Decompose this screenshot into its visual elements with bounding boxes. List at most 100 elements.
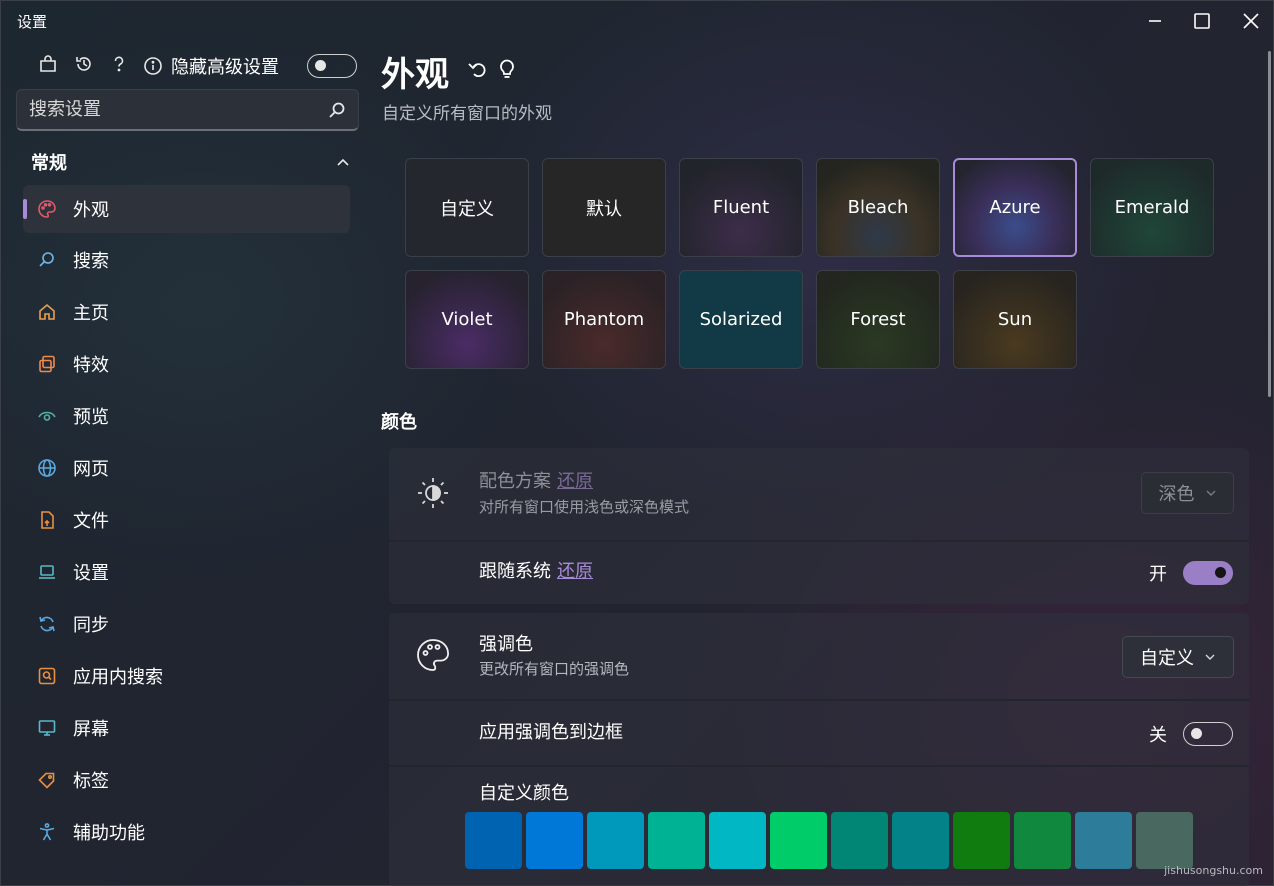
section-general-header[interactable]: 常规 — [31, 149, 351, 175]
theme-tile-label: Phantom — [563, 309, 645, 330]
custom-colors-title: 自定义颜色 — [479, 783, 569, 804]
file-icon — [37, 510, 57, 530]
help-icon[interactable] — [108, 53, 130, 75]
color-swatch[interactable] — [892, 812, 949, 869]
theme-tile-label: Azure — [989, 197, 1041, 218]
chevron-down-icon — [1204, 651, 1216, 663]
sidebar-item-search[interactable]: 搜索 — [23, 236, 350, 284]
brightness-icon — [415, 475, 451, 511]
theme-tile-label: Forest — [850, 309, 906, 330]
color-scheme-reset-link[interactable]: 还原 — [557, 471, 593, 492]
sidebar-item-settings[interactable]: 设置 — [23, 548, 350, 596]
sidebar-item-effects[interactable]: 特效 — [23, 340, 350, 388]
accent-color-dropdown[interactable]: 自定义 — [1122, 636, 1234, 678]
follow-system-reset-link[interactable]: 还原 — [557, 561, 593, 582]
sidebar-item-label: 搜索 — [73, 251, 109, 272]
minimize-icon[interactable] — [1140, 7, 1170, 35]
sidebar-item-tags[interactable]: 标签 — [23, 756, 350, 804]
follow-system-row: 跟随系统 还原 开 — [389, 542, 1249, 604]
theme-tile-solarized[interactable]: Solarized — [679, 270, 803, 369]
theme-tile-label: 自定义 — [440, 198, 494, 220]
globe-icon — [37, 458, 57, 478]
theme-tile-label: Violet — [441, 309, 493, 330]
color-swatch[interactable] — [1136, 812, 1193, 869]
color-swatch[interactable] — [770, 812, 827, 869]
accent-border-toggle[interactable] — [1183, 722, 1233, 746]
follow-system-state: 开 — [1149, 564, 1167, 585]
theme-tile-violet[interactable]: Violet — [405, 270, 529, 369]
theme-tile-sun[interactable]: Sun — [953, 270, 1077, 369]
sidebar-item-sync[interactable]: 同步 — [23, 600, 350, 648]
tag-icon — [37, 770, 57, 790]
color-swatch[interactable] — [953, 812, 1010, 869]
palette-icon — [415, 637, 451, 673]
color-swatch[interactable] — [1014, 812, 1071, 869]
sidebar-item-screen[interactable]: 屏幕 — [23, 704, 350, 752]
color-scheme-value: 深色 — [1158, 484, 1195, 505]
theme-tile-bleach[interactable]: Bleach — [816, 158, 940, 257]
theme-tile-custom[interactable]: 自定义 — [405, 158, 529, 257]
sidebar-item-in-app-search[interactable]: 应用内搜索 — [23, 652, 350, 700]
sidebar-item-preview[interactable]: 预览 — [23, 392, 350, 440]
active-indicator — [23, 199, 27, 219]
scrollbar[interactable] — [1268, 51, 1271, 397]
sidebar-item-accessibility[interactable]: 辅助功能 — [23, 808, 350, 856]
sidebar-item-label: 辅助功能 — [73, 823, 145, 844]
color-scheme-title-line: 配色方案 还原 — [479, 467, 593, 493]
color-swatch[interactable] — [587, 812, 644, 869]
theme-tile-label: 默认 — [586, 198, 622, 220]
home-icon — [37, 302, 57, 322]
color-swatch[interactable] — [648, 812, 705, 869]
maximize-icon[interactable] — [1187, 7, 1217, 35]
store-icon[interactable] — [37, 53, 59, 75]
search-input[interactable] — [29, 99, 328, 120]
color-scheme-desc: 对所有窗口使用浅色或深色模式 — [479, 498, 690, 516]
history-icon[interactable] — [73, 53, 95, 75]
sidebar-item-label: 特效 — [73, 355, 109, 376]
sidebar-item-appearance[interactable]: 外观 — [23, 185, 350, 233]
accent-color-value: 自定义 — [1140, 648, 1194, 669]
page-subtitle: 自定义所有窗口的外观 — [382, 104, 552, 124]
accent-border-row: 应用强调色到边框 关 — [389, 701, 1249, 765]
lightbulb-icon[interactable] — [495, 57, 519, 81]
theme-tile-emerald[interactable]: Emerald — [1090, 158, 1214, 257]
theme-tile-label: Sun — [997, 309, 1033, 330]
sidebar-item-web[interactable]: 网页 — [23, 444, 350, 492]
close-icon[interactable] — [1236, 7, 1266, 35]
color-swatch[interactable] — [1075, 812, 1132, 869]
chevron-up-icon[interactable] — [335, 154, 351, 170]
color-scheme-title: 配色方案 — [479, 471, 551, 492]
theme-tile-default[interactable]: 默认 — [542, 158, 666, 257]
settings-window: 设置 隐藏高级设置 常规 — [0, 0, 1274, 886]
color-swatch-grid — [465, 812, 1193, 869]
hide-advanced-toggle[interactable] — [307, 54, 357, 78]
sync-icon — [37, 614, 57, 634]
sidebar-item-label: 主页 — [73, 303, 109, 324]
eye-icon — [37, 406, 57, 426]
theme-tile-azure[interactable]: Azure — [953, 158, 1077, 257]
sidebar-item-files[interactable]: 文件 — [23, 496, 350, 544]
search-icon[interactable] — [328, 101, 346, 119]
page-title: 外观 — [381, 55, 449, 95]
color-swatch[interactable] — [709, 812, 766, 869]
sidebar-item-label: 预览 — [73, 407, 109, 428]
sidebar-item-home[interactable]: 主页 — [23, 288, 350, 336]
window-title: 设置 — [17, 13, 48, 31]
follow-system-toggle[interactable] — [1183, 561, 1233, 585]
color-swatch[interactable] — [526, 812, 583, 869]
sidebar-item-label: 设置 — [73, 563, 109, 584]
search-icon — [37, 250, 57, 270]
color-swatch[interactable] — [465, 812, 522, 869]
theme-tile-label: Solarized — [699, 309, 783, 330]
theme-tile-phantom[interactable]: Phantom — [542, 270, 666, 369]
theme-tile-forest[interactable]: Forest — [816, 270, 940, 369]
accent-color-row: 强调色 更改所有窗口的强调色 自定义 — [389, 613, 1249, 699]
watermark-text: jishusongshu.com — [1164, 864, 1263, 877]
sidebar-item-label: 文件 — [73, 511, 109, 532]
sidebar-item-label: 标签 — [73, 771, 109, 792]
undo-icon[interactable] — [465, 57, 489, 81]
theme-tile-fluent[interactable]: Fluent — [679, 158, 803, 257]
color-scheme-dropdown[interactable]: 深色 — [1141, 472, 1234, 514]
color-swatch[interactable] — [831, 812, 888, 869]
accent-color-title: 强调色 — [479, 634, 533, 655]
